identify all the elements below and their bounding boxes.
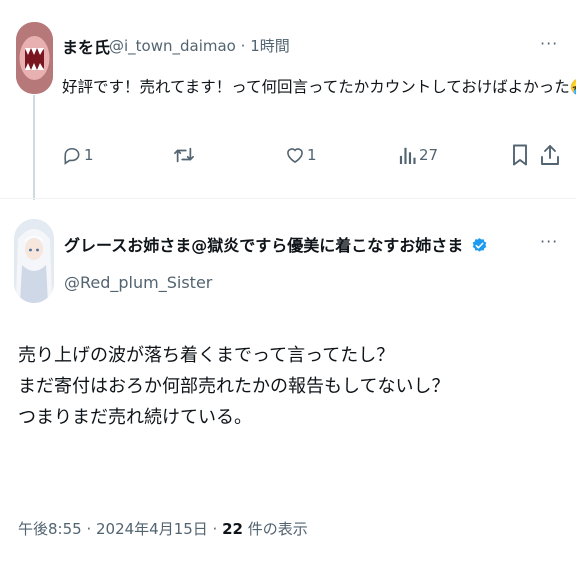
main-post-line: まだ寄付はおろか何部売れたかの報告もしてないし？ xyxy=(18,376,450,397)
reply-icon xyxy=(64,147,80,165)
main-post-text: 売り上げの波が落ち着くまでって言ってたし？ まだ寄付はおろか何部売れたかの報告も… xyxy=(18,340,449,433)
main-handle[interactable]: @Red_plum_Sister xyxy=(64,273,212,292)
like-icon xyxy=(287,148,303,164)
post-meta: 午後8:55 · 2024年4月15日 · 22 件の表示 xyxy=(18,518,308,539)
main-post-line: 売り上げの波が落ち着くまでって言ってたし？ xyxy=(18,345,395,366)
reply-more-icon[interactable]: ··· xyxy=(540,34,558,53)
avatar[interactable] xyxy=(16,22,53,94)
divider xyxy=(0,198,576,199)
reply-text-body: 好評です！売れてます！って何回言ってたかカウントしておけばよかった xyxy=(62,78,570,96)
main-display-name-text[interactable]: グレースお姉さま@獄炎ですら優美に着こなすお姉さま xyxy=(64,236,463,255)
main-post-line: つまりまだ売れ続けている。 xyxy=(18,407,252,428)
views-button[interactable]: 27 xyxy=(399,140,438,170)
retweet-button[interactable] xyxy=(173,140,197,170)
rofl-emoji-icon: 🤣 xyxy=(570,78,576,96)
reply-time[interactable]: 1時間 xyxy=(250,37,290,55)
reply-handle-text[interactable]: @i_town_daimao xyxy=(109,37,236,55)
thread-line xyxy=(33,95,35,200)
main-more-icon[interactable]: ··· xyxy=(540,232,558,251)
post-timestamp[interactable]: 午後8:55 · 2024年4月15日 · xyxy=(18,520,217,538)
retweet-icon xyxy=(174,147,194,163)
post-view-count: 22 xyxy=(222,520,243,538)
reply-display-name[interactable]: まを氏 xyxy=(62,34,110,58)
main-avatar[interactable] xyxy=(14,219,54,303)
reply-separator: · xyxy=(240,37,246,55)
share-icon xyxy=(541,145,559,165)
reply-count: 1 xyxy=(84,146,94,164)
main-display-name[interactable]: グレースお姉さま@獄炎ですら優美に着こなすお姉さま xyxy=(64,232,488,256)
views-count: 27 xyxy=(419,146,439,164)
reply-handle[interactable]: @i_town_daimao · 1時間 xyxy=(109,35,290,56)
post-view-label: 件の表示 xyxy=(247,520,308,538)
views-icon xyxy=(399,147,416,164)
share-button[interactable] xyxy=(540,140,560,170)
reply-button[interactable]: 1 xyxy=(62,140,94,170)
like-button[interactable]: 1 xyxy=(285,140,317,170)
reply-text: 好評です！売れてます！って何回言ってたかカウントしておけばよかった🤣 xyxy=(62,76,576,98)
bookmark-icon xyxy=(513,144,527,166)
bookmark-button[interactable] xyxy=(512,140,528,170)
like-count: 1 xyxy=(307,146,317,164)
verified-badge-icon xyxy=(472,238,487,252)
